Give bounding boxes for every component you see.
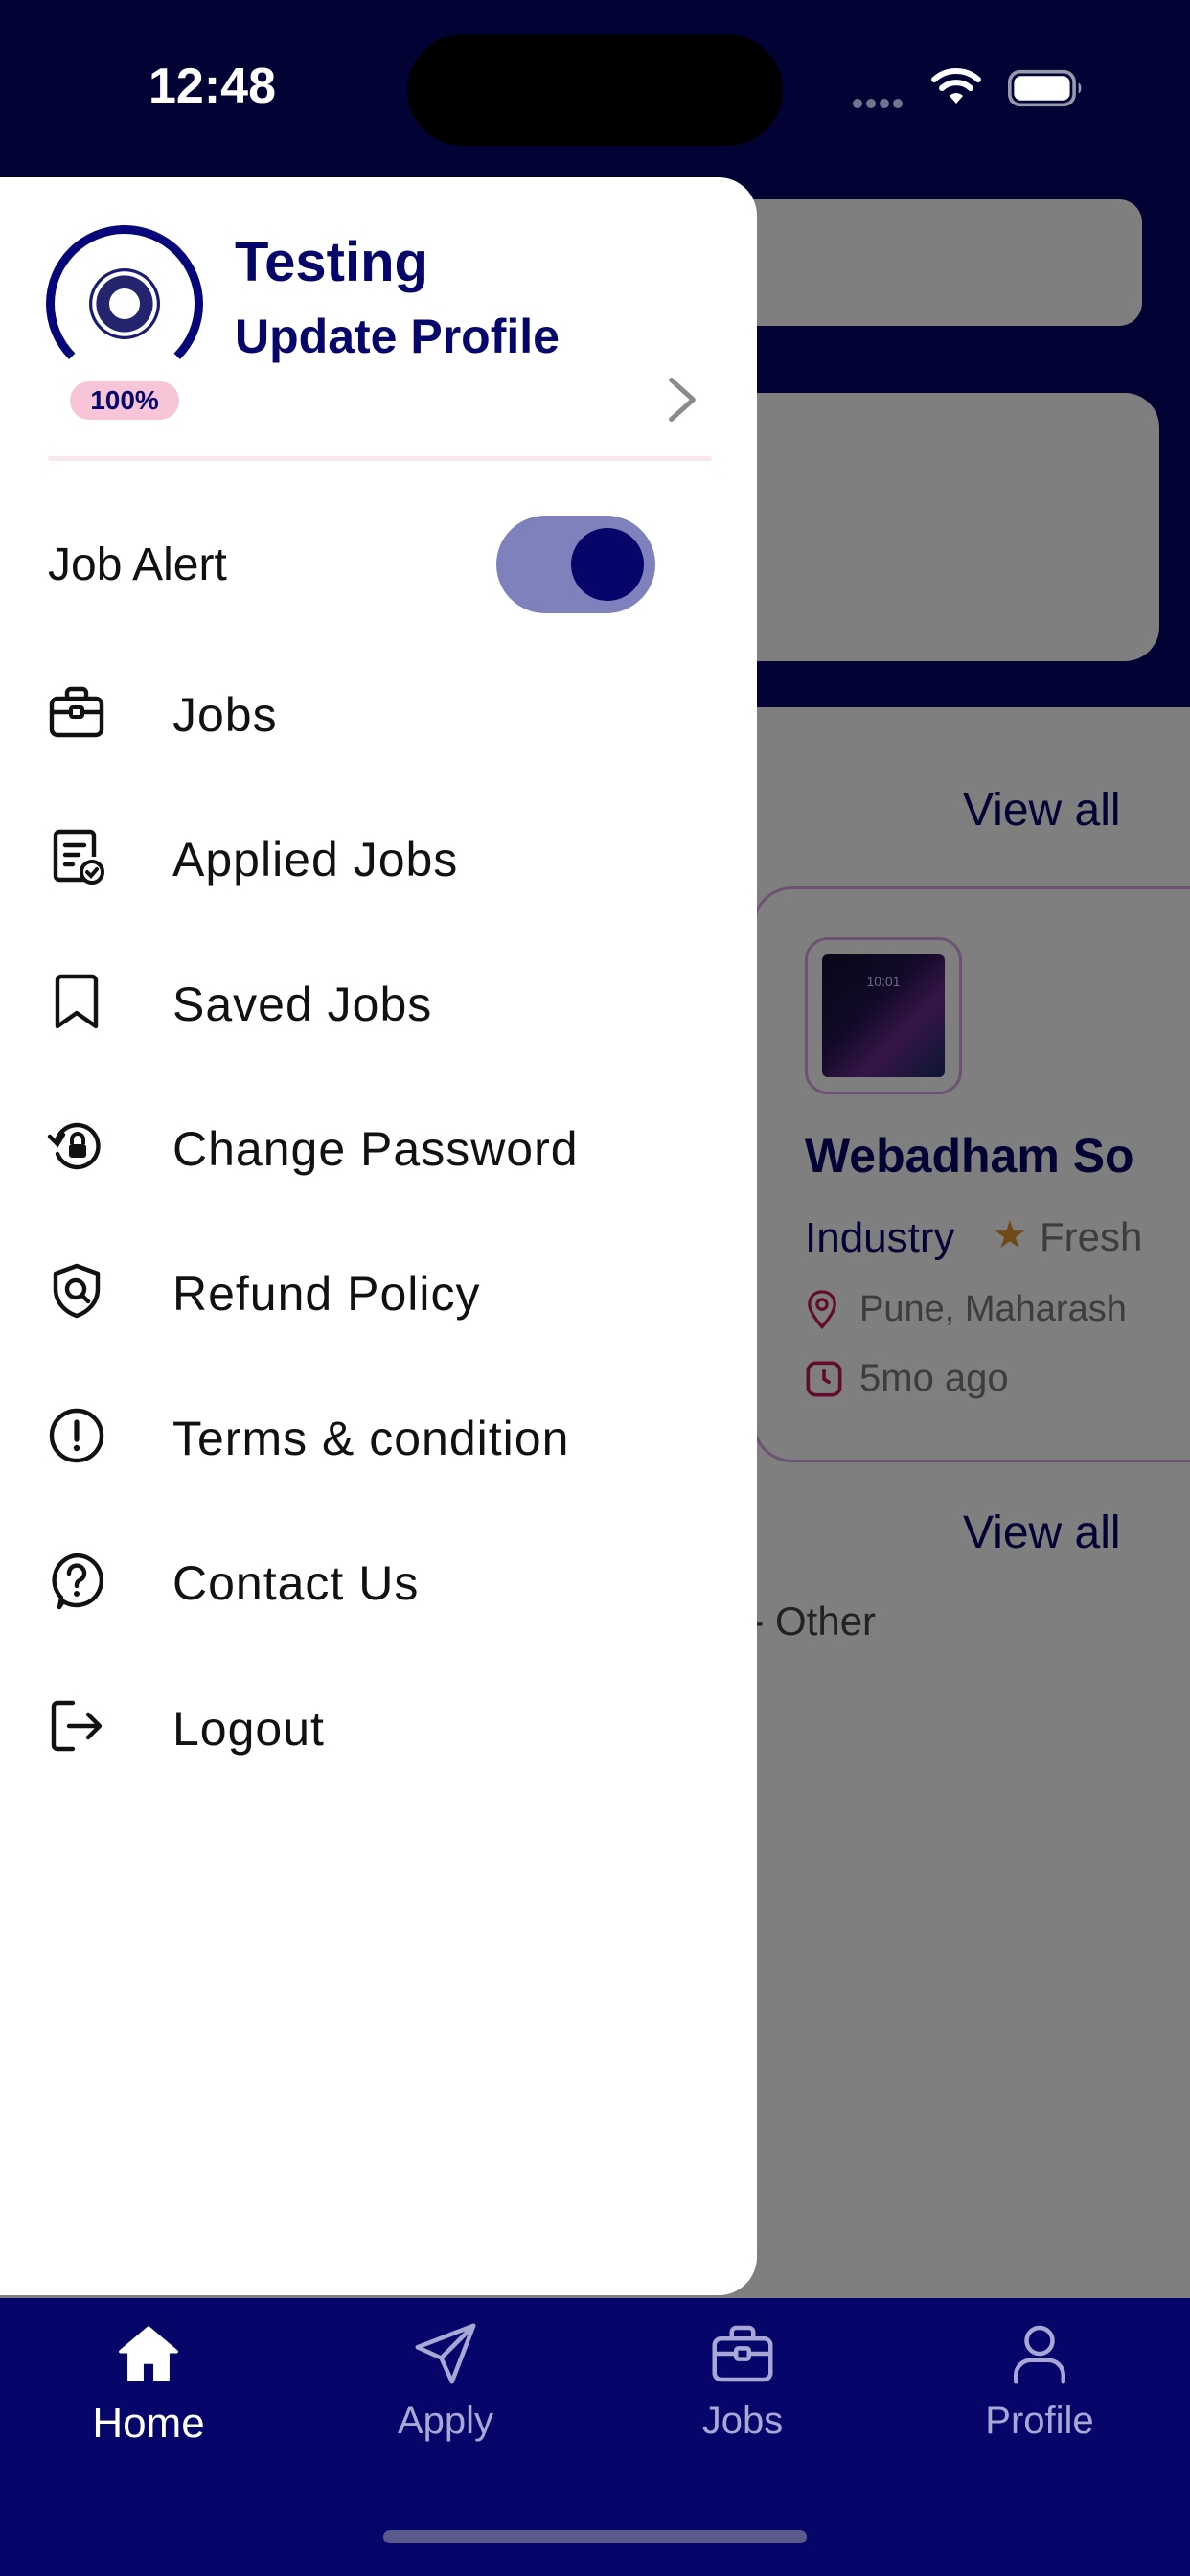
toggle-knob (571, 528, 644, 601)
dynamic-island (407, 34, 783, 146)
menu-item-saved-jobs[interactable]: Saved Jobs (0, 939, 728, 1064)
profile-completion-badge: 100% (70, 381, 179, 420)
nav-tab-home[interactable]: Home (34, 2319, 263, 2453)
nav-label: Home (92, 2400, 205, 2447)
menu-label: Applied Jobs (172, 833, 459, 886)
menu-item-contact-us[interactable]: Contact Us (0, 1518, 728, 1643)
nav-label: Jobs (701, 2400, 784, 2442)
app-screen: file View all 10:01 Webadham So Industry… (0, 0, 1190, 2576)
menu-label: Terms & condition (172, 1412, 570, 1465)
profile-divider (48, 456, 712, 461)
wifi-icon (931, 68, 981, 104)
logout-icon (51, 1700, 103, 1752)
menu-item-change-password[interactable]: Change Password (0, 1084, 728, 1208)
nav-label: Apply (397, 2400, 494, 2442)
job-alert-label: Job Alert (48, 540, 227, 590)
bookmark-icon (55, 974, 99, 1029)
menu-label: Change Password (172, 1122, 579, 1176)
cellular-signal-icon (853, 96, 914, 108)
menu-item-refund-policy[interactable]: Refund Policy (0, 1229, 728, 1353)
menu-item-terms[interactable]: Terms & condition (0, 1373, 728, 1498)
battery-icon (1008, 69, 1082, 107)
menu-label: Jobs (172, 688, 278, 742)
menu-label: Logout (172, 1702, 325, 1756)
briefcase-icon (49, 686, 104, 738)
nav-tab-apply[interactable]: Apply (331, 2319, 561, 2453)
menu-label: Contact Us (172, 1556, 420, 1610)
job-alert-toggle[interactable] (496, 516, 655, 613)
chevron-right-icon[interactable] (666, 376, 698, 424)
shield-search-icon (53, 1263, 101, 1319)
home-indicator[interactable] (383, 2530, 807, 2543)
status-time: 12:48 (149, 58, 276, 114)
send-icon (415, 2323, 476, 2384)
home-icon (119, 2326, 178, 2381)
update-profile-link[interactable]: Update Profile (235, 309, 560, 364)
help-circle-icon (52, 1552, 104, 1610)
applied-document-icon (53, 829, 104, 885)
user-icon (1014, 2325, 1065, 2384)
nav-label: Profile (985, 2400, 1094, 2442)
menu-item-logout[interactable]: Logout (0, 1664, 728, 1788)
nav-tab-profile[interactable]: Profile (925, 2319, 1155, 2453)
menu-label: Refund Policy (172, 1267, 481, 1321)
avatar[interactable] (89, 268, 160, 339)
menu-item-applied-jobs[interactable]: Applied Jobs (0, 794, 728, 919)
menu-label: Saved Jobs (172, 978, 433, 1031)
alert-circle-icon (49, 1408, 104, 1463)
nav-tab-jobs[interactable]: Jobs (628, 2319, 858, 2453)
menu-item-jobs[interactable]: Jobs (0, 650, 728, 774)
profile-name: Testing (235, 231, 428, 293)
briefcase-icon (712, 2325, 773, 2382)
lock-refresh-icon (47, 1122, 101, 1170)
